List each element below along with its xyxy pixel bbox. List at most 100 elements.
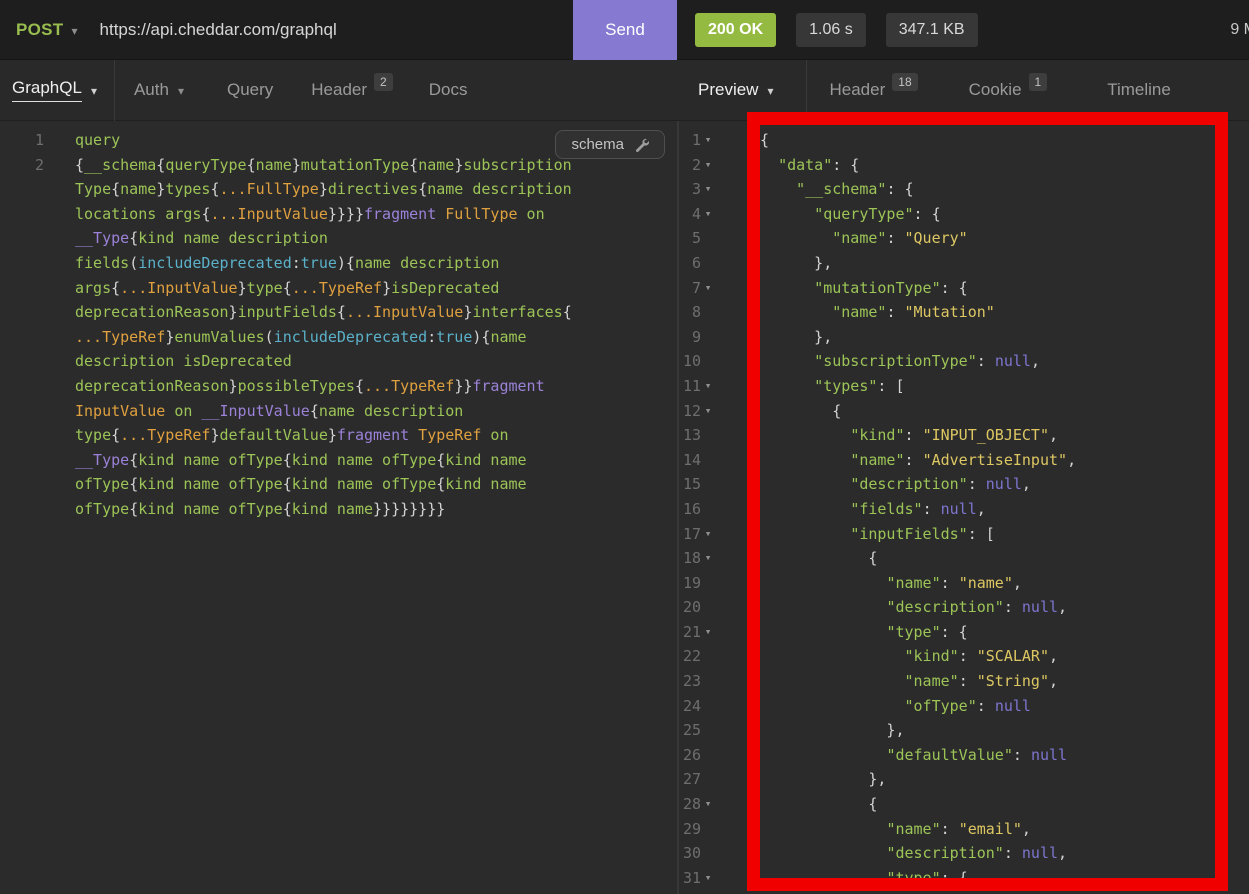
line-number: 20 — [679, 595, 701, 620]
line-number — [0, 399, 44, 424]
line-number: 1 — [679, 128, 701, 153]
line-number: 26 — [679, 743, 701, 768]
fold-spacer — [701, 718, 715, 743]
fold-spacer — [701, 595, 715, 620]
tab-docs[interactable]: Docs — [429, 80, 468, 100]
fold-spacer — [701, 817, 715, 842]
header-count-badge: 18 — [892, 73, 917, 91]
fold-caret-icon[interactable]: ▾ — [701, 374, 715, 399]
line-number: 24 — [679, 694, 701, 719]
fold-caret-icon[interactable]: ▾ — [701, 177, 715, 202]
line-number: 6 — [679, 251, 701, 276]
line-number: 23 — [679, 669, 701, 694]
line-number — [0, 325, 44, 350]
url-input[interactable]: https://api.cheddar.com/graphql — [100, 20, 573, 40]
fold-spacer — [701, 743, 715, 768]
fold-spacer — [701, 423, 715, 448]
line-number — [0, 472, 44, 497]
tab-query[interactable]: Query — [227, 80, 273, 100]
request-tabs: GraphQL ▾ Auth ▾ Query Header 2 Docs — [0, 60, 677, 120]
tab-graphql[interactable]: GraphQL ▾ — [12, 78, 97, 102]
tab-divider — [806, 60, 807, 121]
line-number: 13 — [679, 423, 701, 448]
tab-auth[interactable]: Auth ▾ — [134, 80, 184, 100]
fold-caret-icon[interactable]: ▾ — [701, 128, 715, 153]
fold-caret-icon[interactable]: ▾ — [701, 620, 715, 645]
line-number: 29 — [679, 817, 701, 842]
line-number: 2 — [679, 153, 701, 178]
line-number — [0, 448, 44, 473]
fold-caret-icon[interactable]: ▾ — [701, 792, 715, 817]
line-number: 17 — [679, 522, 701, 547]
graphql-query-editor[interactable]: 1query2{__schema{queryType{name}mutation… — [0, 121, 677, 894]
request-url-bar: POST ▾ https://api.cheddar.com/graphql S… — [0, 0, 677, 59]
fold-spacer — [701, 841, 715, 866]
fold-spacer — [701, 571, 715, 596]
tab-bar: GraphQL ▾ Auth ▾ Query Header 2 Docs Pre… — [0, 60, 1249, 121]
fold-spacer — [701, 226, 715, 251]
line-number: 7 — [679, 276, 701, 301]
line-number — [0, 177, 44, 202]
fold-spacer — [701, 349, 715, 374]
line-number: 8 — [679, 300, 701, 325]
fold-spacer — [701, 251, 715, 276]
line-number: 14 — [679, 448, 701, 473]
line-number: 27 — [679, 767, 701, 792]
fold-spacer — [701, 448, 715, 473]
fold-spacer — [701, 497, 715, 522]
line-number: 25 — [679, 718, 701, 743]
chevron-down-icon[interactable]: ▾ — [72, 24, 78, 38]
top-bar: POST ▾ https://api.cheddar.com/graphql S… — [0, 0, 1249, 60]
line-number — [0, 349, 44, 374]
response-time-badge: 1.06 s — [796, 13, 866, 47]
response-preview-editor[interactable]: 1▾{2▾ "data": {3▾ "__schema": {4▾ "query… — [677, 121, 1249, 894]
fold-spacer — [701, 300, 715, 325]
tab-header-request[interactable]: Header 2 — [311, 80, 392, 100]
tab-divider — [114, 60, 115, 121]
fold-caret-icon[interactable]: ▾ — [701, 399, 715, 424]
line-number: 9 — [679, 325, 701, 350]
line-number — [0, 300, 44, 325]
chevron-down-icon: ▾ — [178, 84, 184, 98]
fold-spacer — [701, 325, 715, 350]
fold-caret-icon[interactable]: ▾ — [701, 276, 715, 301]
line-number — [0, 497, 44, 522]
line-number — [0, 226, 44, 251]
wrench-icon — [634, 137, 649, 152]
line-number: 15 — [679, 472, 701, 497]
fold-spacer — [701, 694, 715, 719]
fold-caret-icon[interactable]: ▾ — [701, 202, 715, 227]
response-meta-bar: 200 OK 1.06 s 347.1 KB 9 M — [677, 0, 1249, 59]
line-number — [0, 251, 44, 276]
line-number: 19 — [679, 571, 701, 596]
line-number — [0, 202, 44, 227]
line-number: 30 — [679, 841, 701, 866]
tab-preview[interactable]: Preview ▾ — [698, 80, 774, 100]
line-number: 31 — [679, 866, 701, 891]
line-number — [0, 276, 44, 301]
schema-button-label: schema — [571, 136, 624, 153]
line-number: 1 — [0, 128, 44, 153]
graphql-code[interactable]: 1query2{__schema{queryType{name}mutation… — [0, 128, 677, 522]
line-number: 16 — [679, 497, 701, 522]
fold-spacer — [701, 669, 715, 694]
method-dropdown[interactable]: POST — [16, 20, 64, 40]
line-number — [0, 423, 44, 448]
tab-header-response[interactable]: Header 18 — [830, 80, 918, 100]
line-number: 3 — [679, 177, 701, 202]
tab-timeline[interactable]: Timeline — [1107, 80, 1171, 100]
fold-caret-icon[interactable]: ▾ — [701, 522, 715, 547]
line-number: 5 — [679, 226, 701, 251]
line-number: 21 — [679, 620, 701, 645]
tab-cookie[interactable]: Cookie 1 — [969, 80, 1048, 100]
schema-button[interactable]: schema — [555, 130, 665, 159]
fold-caret-icon[interactable]: ▾ — [701, 546, 715, 571]
response-json[interactable]: 1▾{2▾ "data": {3▾ "__schema": {4▾ "query… — [679, 128, 1249, 890]
fold-spacer — [701, 644, 715, 669]
fold-caret-icon[interactable]: ▾ — [701, 866, 715, 891]
send-button[interactable]: Send — [573, 0, 677, 60]
line-number: 12 — [679, 399, 701, 424]
line-number: 22 — [679, 644, 701, 669]
header-count-badge: 2 — [374, 73, 393, 91]
fold-caret-icon[interactable]: ▾ — [701, 153, 715, 178]
